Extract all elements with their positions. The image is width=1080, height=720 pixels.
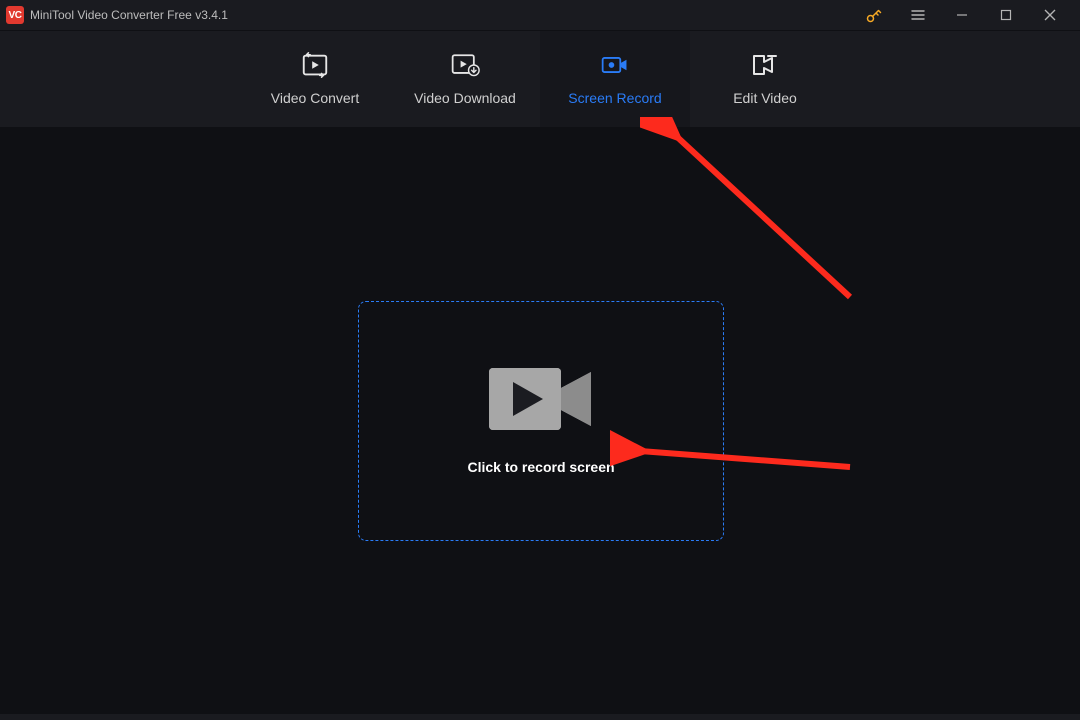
bottom-border — [0, 714, 1080, 720]
nav-video-convert[interactable]: Video Convert — [240, 31, 390, 127]
video-download-icon — [450, 52, 480, 78]
nav-edit-video[interactable]: Edit Video — [690, 31, 840, 127]
nav-label: Edit Video — [733, 90, 797, 106]
annotation-arrow-top — [640, 117, 880, 317]
menu-icon[interactable] — [896, 0, 940, 30]
maximize-button[interactable] — [984, 0, 1028, 30]
video-convert-icon — [300, 52, 330, 78]
minimize-button[interactable] — [940, 0, 984, 30]
key-icon[interactable] — [852, 0, 896, 30]
nav-screen-record[interactable]: Screen Record — [540, 31, 690, 127]
main-area: Click to record screen — [0, 127, 1080, 714]
title-left: VC MiniTool Video Converter Free v3.4.1 — [6, 6, 228, 24]
main-nav: Video Convert Video Download — [0, 30, 1080, 127]
camera-icon — [489, 368, 593, 435]
close-button[interactable] — [1028, 0, 1072, 30]
record-hint-text: Click to record screen — [467, 459, 614, 475]
edit-video-icon — [750, 52, 780, 78]
nav-inner: Video Convert Video Download — [240, 31, 840, 127]
app-logo: VC — [6, 6, 24, 24]
record-screen-card[interactable]: Click to record screen — [358, 301, 724, 541]
nav-label: Screen Record — [568, 90, 661, 106]
nav-label: Video Download — [414, 90, 516, 106]
nav-label: Video Convert — [271, 90, 359, 106]
window-controls — [852, 0, 1072, 30]
app-title: MiniTool Video Converter Free v3.4.1 — [30, 8, 228, 22]
title-bar: VC MiniTool Video Converter Free v3.4.1 — [0, 0, 1080, 30]
nav-video-download[interactable]: Video Download — [390, 31, 540, 127]
app-logo-text: VC — [9, 10, 22, 21]
screen-record-icon — [600, 52, 630, 78]
app-window: VC MiniTool Video Converter Free v3.4.1 — [0, 0, 1080, 720]
